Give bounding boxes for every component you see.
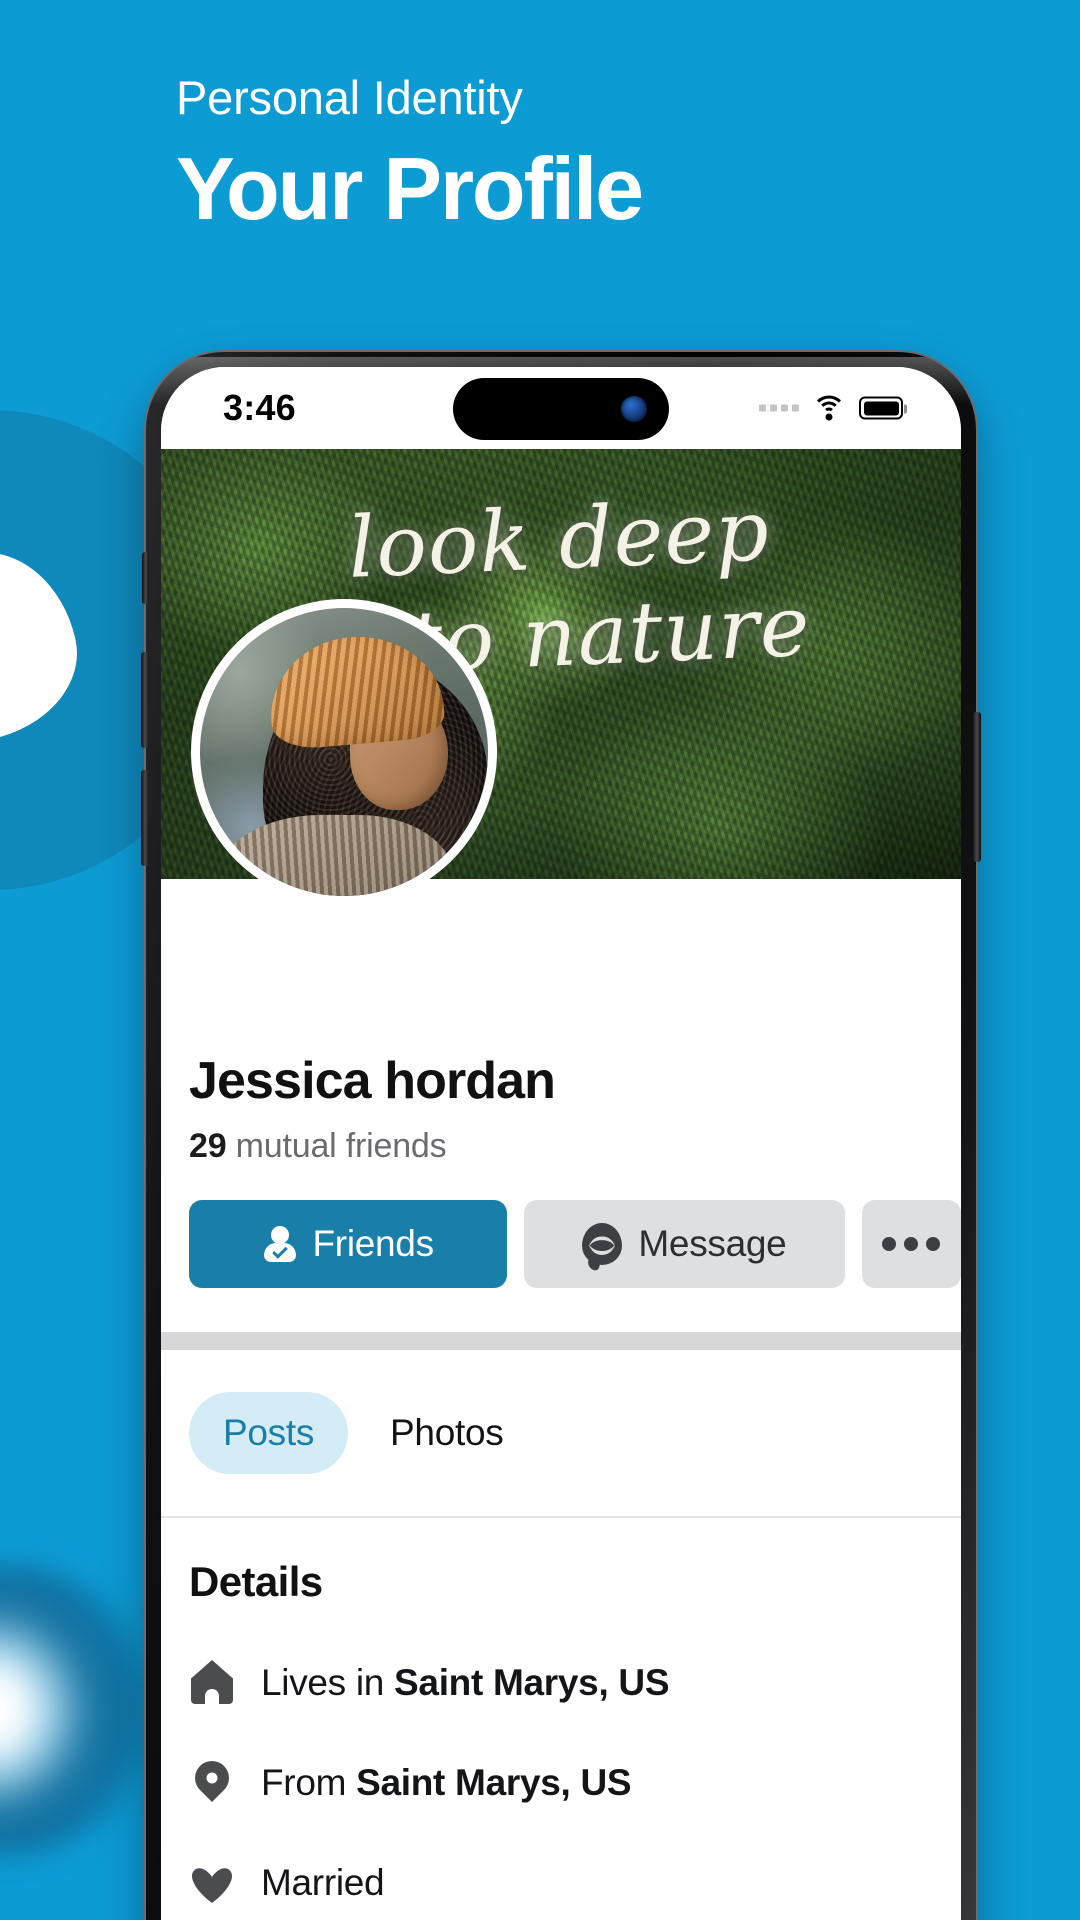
profile-name: Jessica hordan (189, 1052, 556, 1110)
volume-down-button[interactable] (141, 770, 149, 866)
detail-value-lives-in: Saint Marys, US (394, 1662, 670, 1703)
home-icon (189, 1660, 235, 1706)
detail-row-from: From Saint Marys, US (187, 1753, 961, 1806)
heart-icon (189, 1860, 235, 1906)
avatar[interactable] (191, 599, 497, 905)
friends-button[interactable]: Friends (189, 1200, 508, 1288)
details-title: Details (189, 1558, 323, 1605)
status-bar: 3:46 (161, 367, 961, 449)
front-camera-icon (621, 396, 647, 422)
dynamic-island (453, 378, 669, 440)
profile-actions: Friends Message (189, 1200, 961, 1288)
profile-tabs: Posts Photos (161, 1350, 961, 1518)
person-check-icon (263, 1226, 297, 1262)
mutual-friends: 29 mutual friends (189, 1127, 961, 1166)
detail-prefix-from: From (261, 1762, 357, 1803)
status-bar-icons (759, 395, 907, 421)
page-title: Your Profile (176, 138, 644, 238)
page-header: Personal Identity Your Profile (176, 71, 644, 238)
decor-glow-bottom-left (0, 1565, 155, 1855)
mutual-friends-count: 29 (189, 1127, 227, 1165)
silent-switch[interactable] (142, 552, 149, 604)
more-options-button[interactable] (861, 1200, 961, 1288)
signal-dots-icon (759, 404, 799, 412)
detail-text-relationship: Married (261, 1862, 385, 1903)
details-section: Details Lives in Saint Marys, US From Sa… (161, 1518, 961, 1906)
location-icon (187, 1753, 237, 1806)
messenger-icon (582, 1223, 623, 1265)
detail-row-relationship: Married (189, 1860, 961, 1906)
volume-up-button[interactable] (141, 652, 149, 748)
profile-info: Jessica hordan 29 mutual friends Friends (161, 879, 961, 1288)
power-button[interactable] (973, 712, 981, 862)
detail-value-from: Saint Marys, US (356, 1762, 632, 1803)
wifi-icon (812, 395, 846, 421)
mutual-friends-label: mutual friends (235, 1127, 447, 1165)
cover-caption-line-1: look deep (346, 481, 772, 597)
battery-icon (859, 396, 907, 420)
phone-mockup: 3:46 look deep into nature Jessica horda… (141, 352, 981, 1920)
detail-text-lives-in: Lives in Saint Marys, US (261, 1662, 670, 1704)
detail-text-from: From Saint Marys, US (261, 1762, 632, 1804)
message-button-label: Message (638, 1223, 787, 1264)
message-button[interactable]: Message (524, 1200, 845, 1288)
detail-row-lives-in: Lives in Saint Marys, US (189, 1660, 961, 1706)
avatar-image (200, 608, 488, 896)
status-bar-time: 3:46 (223, 387, 296, 428)
header-kicker: Personal Identity (176, 71, 523, 124)
ellipsis-icon (882, 1237, 941, 1251)
tab-posts[interactable]: Posts (189, 1392, 349, 1474)
phone-screen: 3:46 look deep into nature Jessica horda… (161, 367, 961, 1920)
avatar-beanie (264, 629, 447, 751)
section-divider (161, 1332, 961, 1350)
friends-button-label: Friends (312, 1223, 435, 1264)
profile-content: Jessica hordan 29 mutual friends Friends (161, 599, 961, 1906)
tab-photos[interactable]: Photos (356, 1392, 537, 1474)
detail-prefix-lives-in: Lives in (261, 1662, 395, 1703)
